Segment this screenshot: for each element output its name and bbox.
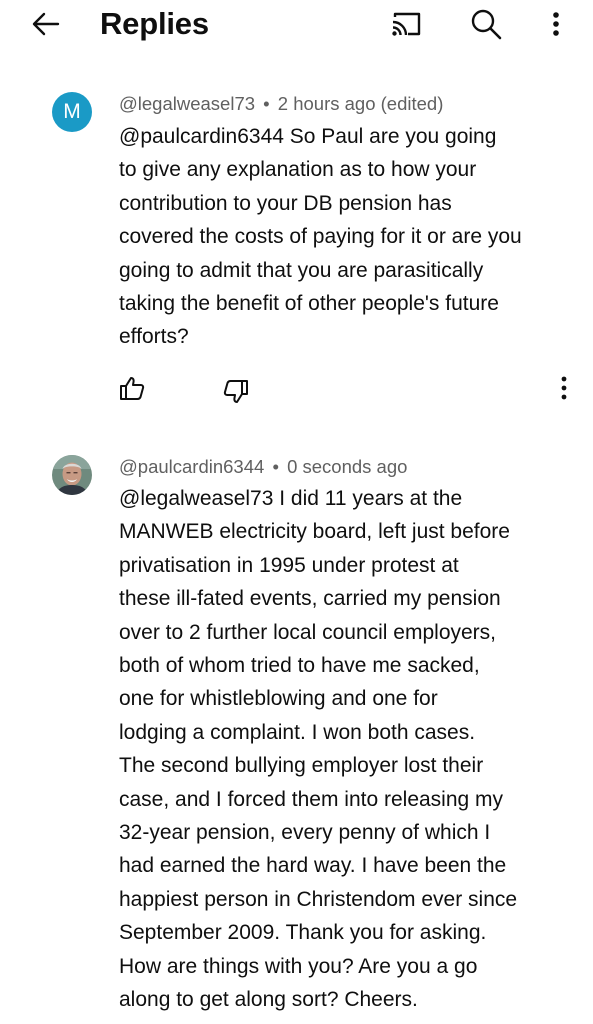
comment-text: @legalweasel73 I did 11 years at the MAN… xyxy=(119,487,518,1012)
back-arrow-icon[interactable] xyxy=(28,6,64,42)
page-title: Replies xyxy=(100,6,209,41)
like-icon[interactable] xyxy=(118,374,146,402)
comment-time: 0 seconds ago xyxy=(287,456,408,477)
avatar[interactable] xyxy=(52,455,92,495)
author-handle[interactable]: @legalweasel73 xyxy=(119,93,255,114)
comment-more-icon[interactable] xyxy=(556,374,572,402)
cast-icon[interactable] xyxy=(386,6,426,42)
top-app-bar: Replies xyxy=(0,0,593,48)
comment-meta: @paulcardin6344 • 0 seconds ago xyxy=(119,455,407,479)
author-handle[interactable]: @paulcardin6344 xyxy=(119,456,264,477)
user-photo-avatar xyxy=(52,455,92,495)
meta-separator: • xyxy=(263,93,270,114)
comment-time: 2 hours ago (edited) xyxy=(277,93,444,114)
meta-separator: • xyxy=(272,456,279,477)
avatar[interactable]: M xyxy=(52,92,92,132)
dislike-icon[interactable] xyxy=(222,378,250,406)
comment-meta: @legalweasel73 • 2 hours ago (edited) xyxy=(119,92,443,116)
comment-text: @paulcardin6344 So Paul are you going to… xyxy=(119,125,522,349)
more-vert-icon[interactable] xyxy=(540,6,572,42)
search-icon[interactable] xyxy=(466,4,506,44)
